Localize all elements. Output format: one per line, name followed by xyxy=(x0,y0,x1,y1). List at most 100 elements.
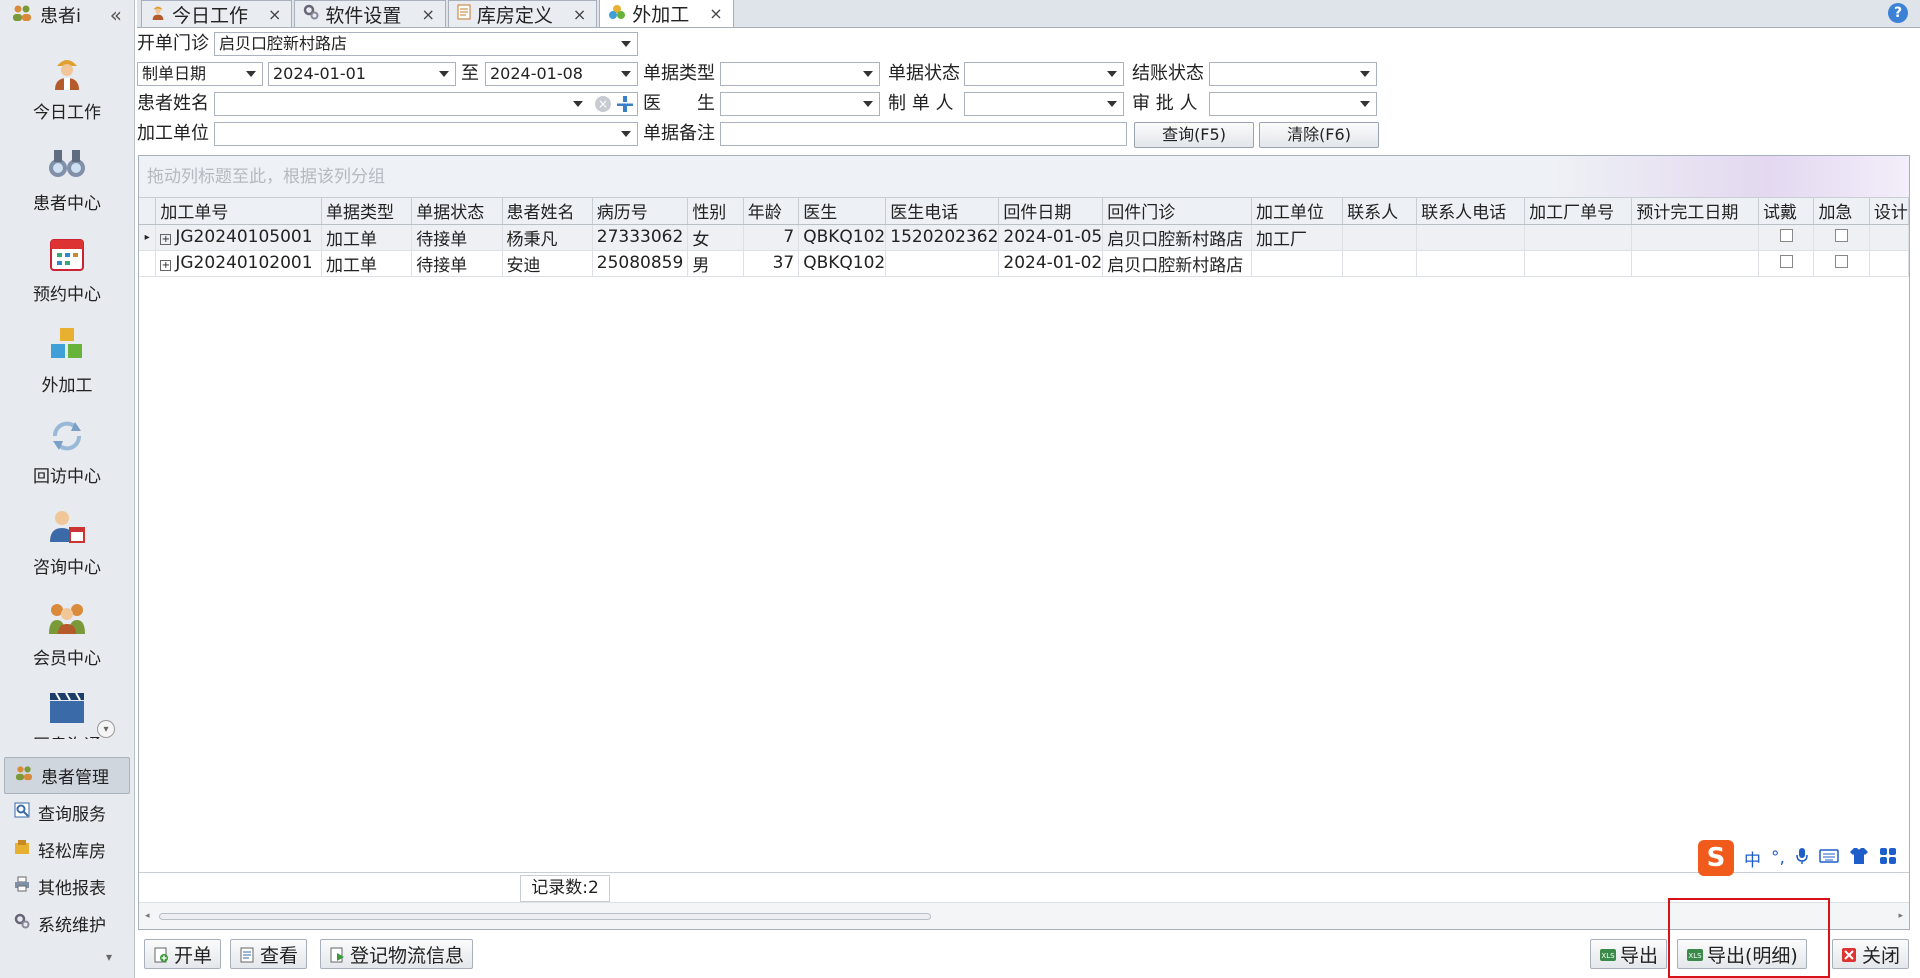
try-in-checkbox[interactable] xyxy=(1779,255,1793,268)
col-sex[interactable]: 性别 xyxy=(687,198,744,225)
close-icon[interactable]: × xyxy=(709,4,722,23)
register-logistics-button[interactable]: 登记物流信息 xyxy=(320,939,474,969)
boxes-icon xyxy=(47,325,87,365)
more-nav-button[interactable]: ▾ xyxy=(97,720,115,738)
close-button[interactable]: 关闭 xyxy=(1832,939,1910,969)
col-doctor-phone[interactable]: 医生电话 xyxy=(885,198,1000,225)
cell-order-no: + JG20240105001 xyxy=(155,224,323,251)
group-other-reports[interactable]: 其他报表 xyxy=(0,868,134,905)
col-eta[interactable]: 预计完工日期 xyxy=(1631,198,1759,225)
nav-patient-center[interactable]: 患者中心 xyxy=(0,133,134,224)
remark-input[interactable] xyxy=(720,122,1127,146)
order-no-value: JG20240102001 xyxy=(175,253,313,273)
query-button[interactable]: 查询(F5) xyxy=(1134,122,1254,148)
horizontal-scrollbar[interactable]: ◂ ▸ xyxy=(139,902,1909,929)
col-age[interactable]: 年龄 xyxy=(743,198,800,225)
collapse-sidebar-button[interactable]: « xyxy=(110,3,122,27)
col-patient-name[interactable]: 患者姓名 xyxy=(502,198,593,225)
group-query-service[interactable]: 查询服务 xyxy=(0,794,134,831)
tab-software-settings[interactable]: 软件设置 × xyxy=(294,0,446,27)
col-order-no[interactable]: 加工单号 xyxy=(155,198,323,225)
col-try-in[interactable]: 试戴 xyxy=(1758,198,1815,225)
keyboard-icon[interactable] xyxy=(1819,848,1839,869)
microphone-icon[interactable] xyxy=(1795,847,1809,870)
doc-status-label: 单据状态 xyxy=(888,63,960,84)
urgent-checkbox[interactable] xyxy=(1835,229,1849,242)
col-doc-type[interactable]: 单据类型 xyxy=(321,198,413,225)
cell-sex: 女 xyxy=(687,224,744,251)
col-contact[interactable]: 联系人 xyxy=(1342,198,1418,225)
ime-logo-icon[interactable]: S xyxy=(1698,840,1734,876)
urgent-checkbox[interactable] xyxy=(1835,255,1849,268)
view-button[interactable]: 查看 xyxy=(230,939,308,969)
cell-record-no: 25080859 xyxy=(592,250,689,277)
doc-status-select[interactable] xyxy=(964,62,1124,86)
ime-punctuation-toggle[interactable]: °, xyxy=(1771,848,1785,868)
scroll-left-icon[interactable]: ◂ xyxy=(145,911,150,921)
settle-status-select[interactable] xyxy=(1209,62,1377,86)
group-patient-management[interactable]: 患者管理 xyxy=(4,757,130,794)
doctor-select[interactable] xyxy=(720,92,880,116)
clear-button[interactable]: 清除(F6) xyxy=(1259,122,1379,148)
help-icon[interactable]: ? xyxy=(1888,3,1908,23)
scrollbar-thumb[interactable] xyxy=(159,913,931,920)
col-doc-status[interactable]: 单据状态 xyxy=(411,198,503,225)
view-label: 查看 xyxy=(260,944,299,967)
date-from-field[interactable]: 2024-01-01 xyxy=(268,62,456,86)
group-by-panel[interactable]: 拖动列标题至此，根据该列分组 xyxy=(139,156,1909,198)
skin-icon[interactable] xyxy=(1849,847,1869,870)
col-processing-unit[interactable]: 加工单位 xyxy=(1251,198,1344,225)
group-system-maintenance[interactable]: 系统维护 xyxy=(0,905,134,942)
ime-language-toggle[interactable]: 中 xyxy=(1744,846,1761,871)
expand-icon[interactable]: + xyxy=(160,260,172,271)
table-row[interactable]: + JG20240102001 加工单 待接单 安迪 25080859 男 37 … xyxy=(139,250,1910,277)
grid-footer: 记录数:2 xyxy=(139,872,1909,902)
col-doctor[interactable]: 医生 xyxy=(798,198,887,225)
clear-icon[interactable]: × xyxy=(595,96,611,112)
clinic-select[interactable]: 启贝口腔新村路店 xyxy=(214,32,638,56)
scroll-right-icon[interactable]: ▸ xyxy=(1898,911,1903,921)
chevron-down-icon[interactable] xyxy=(573,101,583,107)
date-type-select[interactable]: 制单日期 xyxy=(137,62,263,86)
approver-select[interactable] xyxy=(1209,92,1377,116)
doc-type-select[interactable] xyxy=(720,62,880,86)
nav-appointment-center[interactable]: 预约中心 xyxy=(0,224,134,315)
to-label: 至 xyxy=(461,63,479,84)
maker-select[interactable] xyxy=(964,92,1124,116)
nav-member-center[interactable]: 会员中心 xyxy=(0,588,134,679)
group-easy-warehouse[interactable]: 轻松库房 xyxy=(0,831,134,868)
col-contact-phone[interactable]: 联系人电话 xyxy=(1416,198,1526,225)
register-logistics-label: 登记物流信息 xyxy=(350,944,465,967)
close-icon[interactable]: × xyxy=(268,5,281,24)
sidebar-footer-chevron-icon[interactable]: ▾ xyxy=(0,950,134,978)
col-urgent[interactable]: 加急 xyxy=(1813,198,1870,225)
nav-consultation-center[interactable]: 咨询中心 xyxy=(0,497,134,588)
tab-external-processing[interactable]: 外加工 × xyxy=(599,0,734,27)
col-return-date[interactable]: 回件日期 xyxy=(998,198,1104,225)
patient-name-field[interactable]: × xyxy=(214,92,638,116)
table-row[interactable]: ▸ + JG20240105001 加工单 待接单 杨秉凡 27333062 女 … xyxy=(139,224,1910,251)
chevron-down-icon xyxy=(1107,71,1117,77)
col-record-no[interactable]: 病历号 xyxy=(592,198,689,225)
tab-warehouse-definition[interactable]: 库房定义 × xyxy=(447,0,598,27)
processing-unit-select[interactable] xyxy=(214,122,638,146)
apps-grid-icon[interactable] xyxy=(1879,847,1897,870)
open-order-button[interactable]: 开单 xyxy=(144,939,222,969)
col-design[interactable]: 设计 xyxy=(1869,198,1910,225)
col-factory-no[interactable]: 加工厂单号 xyxy=(1524,198,1633,225)
export-button[interactable]: XLS 导出 xyxy=(1590,939,1668,969)
try-in-checkbox[interactable] xyxy=(1779,229,1793,242)
close-icon[interactable]: × xyxy=(573,5,586,24)
add-patient-icon[interactable] xyxy=(616,95,634,113)
group-label: 查询服务 xyxy=(38,805,106,825)
tab-today-work[interactable]: 今日工作 × xyxy=(141,0,293,27)
close-icon[interactable]: × xyxy=(421,5,434,24)
date-to-field[interactable]: 2024-01-08 xyxy=(485,62,638,86)
close-label: 关闭 xyxy=(1862,944,1901,967)
nav-followup-center[interactable]: 回访中心 xyxy=(0,406,134,497)
col-return-clinic[interactable]: 回件门诊 xyxy=(1102,198,1253,225)
nav-external-processing[interactable]: 外加工 xyxy=(0,315,134,406)
expand-icon[interactable]: + xyxy=(160,234,172,245)
remark-label: 单据备注 xyxy=(643,123,715,144)
nav-today-work[interactable]: 今日工作 xyxy=(0,42,134,133)
